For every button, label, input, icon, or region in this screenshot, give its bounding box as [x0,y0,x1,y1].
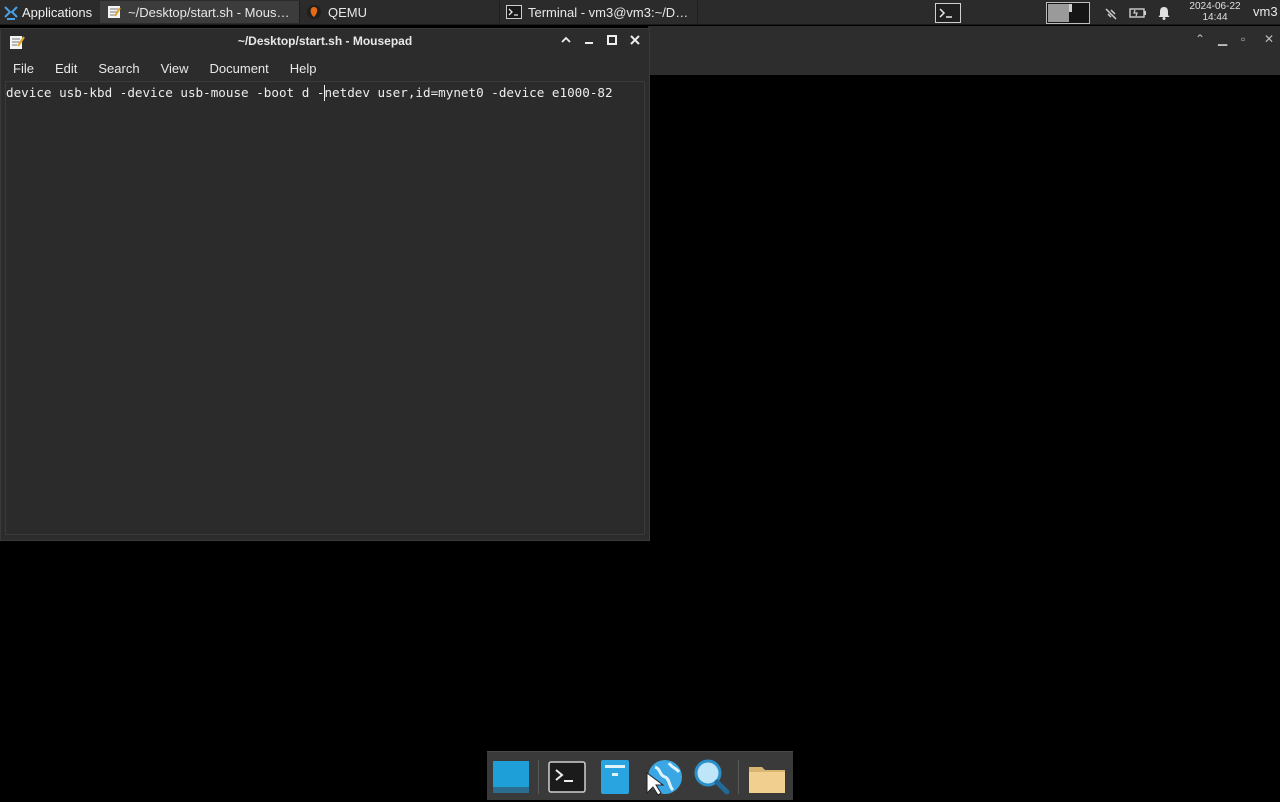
minimize-icon[interactable]: ▁ [1218,32,1227,46]
menu-bar: File Edit Search View Document Help [1,57,326,79]
menu-help[interactable]: Help [278,61,326,76]
web-browser-icon [646,760,682,796]
battery-status[interactable] [1129,0,1147,25]
close-icon [630,35,640,45]
applications-menu[interactable]: Applications ⋮ [0,0,108,25]
clock[interactable]: 2024-06-22 14:44 [1184,1,1246,23]
window-title: ~/Desktop/start.sh - Mousepad [237,34,413,48]
network-status[interactable] [1103,0,1119,25]
task-label: ~/Desktop/start.sh - Mous… [128,4,290,20]
folder-icon [749,767,785,793]
task-qemu[interactable]: QEMU [300,1,500,23]
window-titlebar[interactable]: ~/Desktop/start.sh - Mousepad [1,29,649,55]
mousepad-window: ~/Desktop/start.sh - Mousepad File Edit … [0,28,650,541]
user-menu[interactable]: vm3 [1253,4,1278,19]
clock-time: 14:44 [1202,12,1228,23]
maximize-button[interactable] [604,34,620,50]
menu-search[interactable]: Search [86,61,148,76]
terminal-launcher[interactable] [935,0,961,25]
dock-separator [538,760,539,794]
top-panel: Applications ⋮ ~/Desktop/start.sh - Mous… [0,0,1280,25]
terminal-launcher-icon [935,2,961,23]
clock-date: 2024-06-22 [1189,1,1241,12]
notifications[interactable] [1156,0,1172,25]
desktop-icon [493,761,529,793]
text-editor-area[interactable]: device usb-kbd -device usb-mouse -boot d… [5,81,645,535]
menu-edit[interactable]: Edit [43,61,86,76]
qemu-window: ⌃ ▁ ▫ ✕ [648,26,1280,75]
network-disconnected-icon [1105,7,1117,20]
minimize-button[interactable] [581,34,597,50]
window-menu-button[interactable] [558,34,574,50]
dock-search[interactable] [691,757,731,797]
dock-file-manager[interactable] [595,757,635,797]
maximize-icon[interactable]: ▫ [1241,32,1245,46]
close-icon[interactable]: ✕ [1264,32,1274,46]
workspace-preview-icon [1046,1,1090,24]
menu-file[interactable]: File [1,61,43,76]
close-button[interactable] [627,34,643,50]
dock-web-browser[interactable] [643,757,683,797]
task-terminal[interactable]: Terminal - vm3@vm3:~/D… [500,1,698,23]
chevron-up-icon[interactable]: ⌃ [1195,32,1205,46]
menu-document[interactable]: Document [198,61,278,76]
file-manager-icon [601,760,629,794]
dock-folder[interactable] [747,757,787,797]
text-caret [324,85,325,101]
dock-terminal[interactable] [547,757,587,797]
terminal-icon [548,761,586,793]
xfce-logo-icon [4,5,18,20]
text-editor-icon [106,4,122,20]
minimize-icon [585,42,593,44]
task-mousepad[interactable]: ~/Desktop/start.sh - Mous… [100,1,300,23]
battery-icon [1129,7,1146,18]
task-label: Terminal - vm3@vm3:~/D… [528,4,689,20]
terminal-icon [506,4,522,20]
search-icon [694,759,730,795]
dock [487,751,793,800]
qemu-icon [306,4,322,20]
bell-icon [1158,6,1170,20]
dock-show-desktop[interactable] [491,757,531,797]
workspace-switcher[interactable] [1046,0,1090,25]
editor-text-line: device usb-kbd -device usb-mouse -boot d… [6,85,613,100]
applications-label: Applications [22,5,93,20]
dock-separator [738,760,739,794]
menu-view[interactable]: View [149,61,198,76]
chevron-up-icon [561,36,571,43]
task-label: QEMU [328,4,367,20]
maximize-icon [607,35,617,45]
